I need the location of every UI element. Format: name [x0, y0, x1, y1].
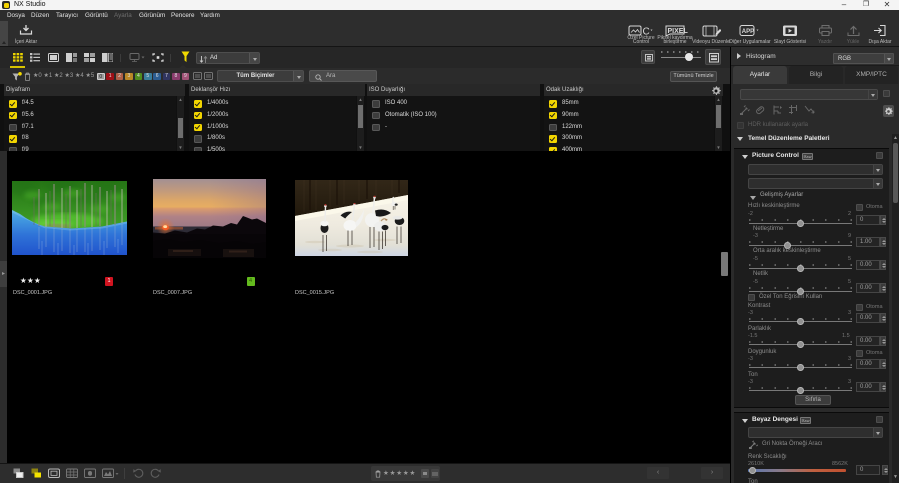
svg-text:APP: APP	[742, 29, 754, 35]
